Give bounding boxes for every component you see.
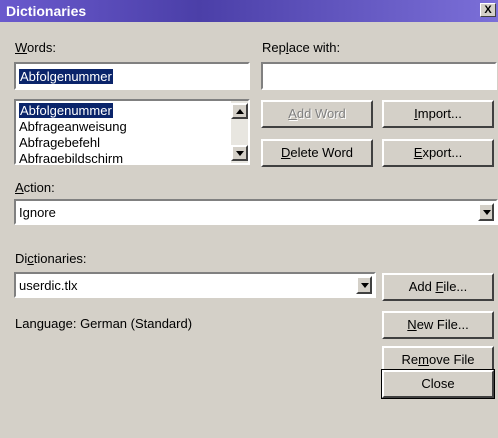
dictionaries-select[interactable]: userdic.tlx [14,272,376,298]
list-item[interactable]: Abfolgenummer [19,103,113,118]
list-scrollbar[interactable] [231,101,248,163]
window-title: Dictionaries [6,3,87,19]
language-text: Language: German (Standard) [15,316,193,331]
export-button[interactable]: Export... [382,139,494,167]
add-file-button[interactable]: Add File... [382,273,494,301]
list-item[interactable]: Abfragebildschirm [19,151,123,163]
delete-word-button[interactable]: Delete Word [261,139,373,167]
title-bar: Dictionaries X [0,0,498,22]
arrow-down-icon [236,151,244,156]
close-window-button[interactable]: X [480,3,496,17]
list-item[interactable]: Abfragebefehl [19,135,100,150]
scroll-down-button[interactable] [231,145,248,161]
dictionaries-select-value: userdic.tlx [19,278,78,293]
chevron-down-icon [483,210,491,215]
action-select[interactable]: Ignore [14,199,498,225]
words-label: Words: [15,40,56,55]
scroll-up-button[interactable] [231,103,248,119]
arrow-up-icon [236,109,244,114]
action-dropdown-button[interactable] [478,203,494,221]
list-item[interactable]: Abfrageanweisung [19,119,127,134]
import-button[interactable]: Import... [382,100,494,128]
dictionaries-dropdown-button[interactable] [356,276,372,294]
action-select-value: Ignore [19,205,56,220]
words-list[interactable]: Abfolgenummer Abfrageanweisung Abfragebe… [14,99,250,165]
replace-input[interactable] [261,62,497,90]
words-input-value: Abfolgenummer [19,69,113,84]
close-button[interactable]: Close [381,369,495,399]
new-file-button[interactable]: New File... [382,311,494,339]
dictionaries-dialog: Dictionaries X Words: Abfolgenummer Repl… [0,0,498,438]
replace-label: Replace with: [262,40,341,55]
chevron-down-icon [361,283,369,288]
add-word-button[interactable]: Add Word [261,100,373,128]
action-label: Action: [15,180,55,195]
dictionaries-label: Dictionaries: [15,251,87,266]
words-input[interactable]: Abfolgenummer [14,62,250,90]
